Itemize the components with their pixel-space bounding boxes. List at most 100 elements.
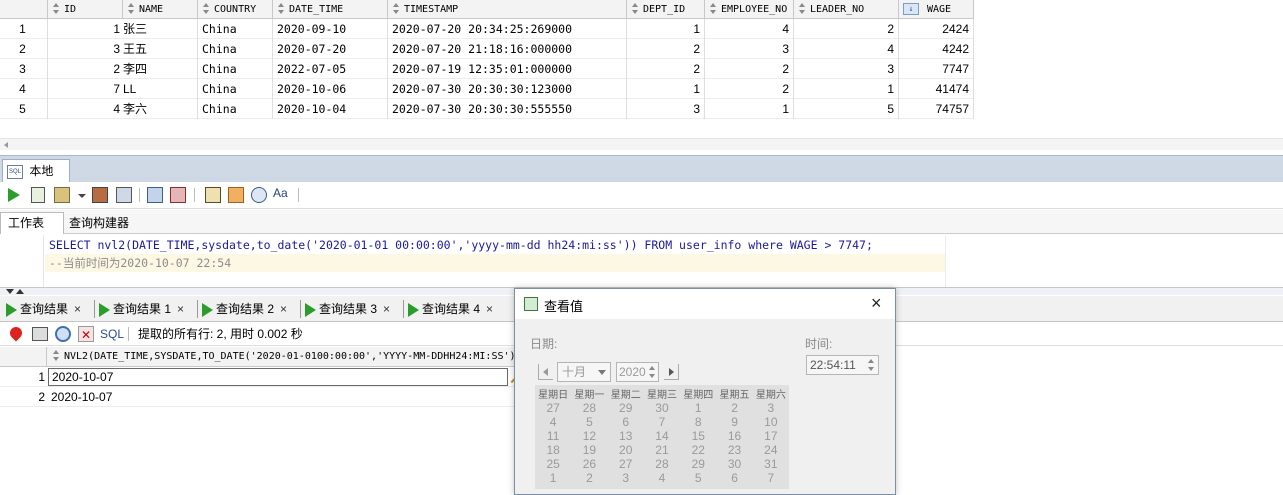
tab-query-result-2[interactable]: 查询结果 2 × <box>202 298 287 320</box>
cell-employee-no[interactable]: 2 <box>705 59 794 79</box>
calendar-day[interactable]: 30 <box>716 457 752 471</box>
calendar-day[interactable]: 16 <box>716 429 752 443</box>
cell-dept-id[interactable]: 1 <box>627 19 705 39</box>
cell-name[interactable]: LL <box>123 79 198 99</box>
calendar-day[interactable]: 8 <box>680 415 716 429</box>
cell-name[interactable]: 李四 <box>123 59 198 79</box>
sql-button[interactable]: SQL <box>100 326 124 342</box>
cell-timestamp[interactable]: 2020-07-30 20:30:30:123000 <box>388 79 627 99</box>
calendar-day[interactable]: 28 <box>571 401 607 415</box>
calendar-day[interactable]: 21 <box>644 443 680 457</box>
next-month-button[interactable] <box>664 364 679 380</box>
calendar-day[interactable]: 4 <box>644 471 680 485</box>
calendar-day[interactable]: 10 <box>753 415 789 429</box>
format-icon[interactable]: Aa <box>273 186 288 200</box>
calendar-day[interactable]: 30 <box>644 401 680 415</box>
calendar-day[interactable]: 4 <box>535 415 571 429</box>
calendar-day[interactable]: 23 <box>716 443 752 457</box>
calendar-day[interactable]: 3 <box>608 471 644 485</box>
calendar-day[interactable]: 7 <box>753 471 789 485</box>
close-icon[interactable]: × <box>383 302 390 316</box>
cell-timestamp[interactable]: 2020-07-20 21:18:16:000000 <box>388 39 627 59</box>
sql-history-icon[interactable] <box>205 187 221 203</box>
pin-icon[interactable] <box>7 324 25 342</box>
calendar-day[interactable]: 27 <box>608 457 644 471</box>
cell-dept-id[interactable]: 2 <box>627 59 705 79</box>
tab-query-result-3[interactable]: 查询结果 3 × <box>305 298 390 320</box>
calendar-day[interactable]: 15 <box>680 429 716 443</box>
calendar-day[interactable]: 29 <box>608 401 644 415</box>
calendar-day[interactable]: 5 <box>571 415 607 429</box>
cell-country[interactable]: China <box>198 59 273 79</box>
collapse-down-icon[interactable] <box>6 289 14 294</box>
calendar-day[interactable]: 9 <box>716 415 752 429</box>
scroll-left-icon[interactable] <box>4 142 8 148</box>
calendar-day[interactable]: 6 <box>608 415 644 429</box>
table-row[interactable]: 5 4 李六 China 2020-10-04 2020-07-30 20:30:30:5… <box>0 99 974 119</box>
calendar-day[interactable]: 26 <box>571 457 607 471</box>
tab-query-result-1[interactable]: 查询结果 1 × <box>99 298 184 320</box>
cell-employee-no[interactable]: 2 <box>705 79 794 99</box>
calendar-day[interactable]: 25 <box>535 457 571 471</box>
cell-leader-no[interactable]: 4 <box>794 39 899 59</box>
cell-date-time[interactable]: 2020-07-20 <box>273 39 388 59</box>
result-cell[interactable]: 2020-10-07 <box>48 387 112 407</box>
table-row[interactable]: 4 7 LL China 2020-10-06 2020-07-30 20:30:30:1… <box>0 79 974 99</box>
cell-country[interactable]: China <box>198 79 273 99</box>
time-field[interactable]: 22:54:11 <box>806 355 879 375</box>
run-statement-icon[interactable] <box>8 188 20 202</box>
tab-query-builder[interactable]: 查询构建器 <box>69 212 129 234</box>
find-icon[interactable] <box>251 187 267 203</box>
calendar-day[interactable]: 24 <box>753 443 789 457</box>
dropdown-arrow-icon[interactable] <box>78 194 86 198</box>
refresh-icon[interactable] <box>55 326 71 342</box>
print-icon[interactable] <box>32 327 48 341</box>
cell-wage[interactable]: 74757 <box>899 99 974 119</box>
col-header-date-time[interactable]: DATE_TIME <box>273 0 388 19</box>
calendar-day[interactable]: 3 <box>753 401 789 415</box>
table-row[interactable]: 3 2 李四 China 2022-07-05 2020-07-19 12:35:01:0… <box>0 59 974 79</box>
calendar-day[interactable]: 7 <box>644 415 680 429</box>
year-spinner[interactable]: 2020 <box>616 362 659 382</box>
calendar-day[interactable]: 13 <box>608 429 644 443</box>
table-row[interactable]: 1 1 张三 China 2020-09-10 2020-07-20 20:34:25:2… <box>0 19 974 39</box>
col-header-timestamp[interactable]: TIMESTAMP <box>388 0 627 19</box>
calendar-day[interactable]: 22 <box>680 443 716 457</box>
col-header-country[interactable]: COUNTRY <box>198 0 273 19</box>
close-icon[interactable]: × <box>177 302 184 316</box>
cell-id[interactable]: 3 <box>48 39 123 59</box>
cell-employee-no[interactable]: 3 <box>705 39 794 59</box>
col-header-name[interactable]: NAME <box>123 0 198 19</box>
run-script-icon[interactable] <box>31 187 45 203</box>
close-icon[interactable]: × <box>74 302 81 316</box>
calendar-day[interactable]: 18 <box>535 443 571 457</box>
close-icon[interactable]: × <box>871 293 882 313</box>
eraser-icon[interactable] <box>228 187 244 203</box>
cell-leader-no[interactable]: 1 <box>794 79 899 99</box>
dialog-titlebar[interactable]: 查看值 × <box>515 289 895 319</box>
col-header-leader-no[interactable]: LEADER_NO <box>794 0 899 19</box>
calendar-day[interactable]: 19 <box>571 443 607 457</box>
collapse-up-icon[interactable] <box>16 289 24 294</box>
sql-editor[interactable]: SELECT nvl2(DATE_TIME,sysdate,to_date('2… <box>0 235 1283 287</box>
cell-leader-no[interactable]: 3 <box>794 59 899 79</box>
cell-id[interactable]: 1 <box>48 19 123 39</box>
prev-month-button[interactable] <box>538 364 553 380</box>
cell-dept-id[interactable]: 3 <box>627 99 705 119</box>
cell-name[interactable]: 张三 <box>123 19 198 39</box>
cell-date-time[interactable]: 2020-10-06 <box>273 79 388 99</box>
tab-query-result[interactable]: 查询结果 × <box>6 298 81 320</box>
tab-query-result-4[interactable]: 查询结果 4 × <box>408 298 493 320</box>
cell-employee-no[interactable]: 1 <box>705 99 794 119</box>
calendar-day[interactable]: 20 <box>608 443 644 457</box>
cell-wage[interactable]: 4242 <box>899 39 974 59</box>
tab-worksheet[interactable]: 工作表 <box>0 212 64 234</box>
explain-plan-icon[interactable] <box>116 187 132 203</box>
calendar-day[interactable]: 12 <box>571 429 607 443</box>
calendar-day[interactable]: 27 <box>535 401 571 415</box>
calendar-day[interactable]: 29 <box>680 457 716 471</box>
top-grid-hscrollbar[interactable] <box>0 138 1283 150</box>
cell-timestamp[interactable]: 2020-07-19 12:35:01:000000 <box>388 59 627 79</box>
col-header-dept-id[interactable]: DEPT_ID <box>627 0 705 19</box>
cell-wage[interactable]: 41474 <box>899 79 974 99</box>
